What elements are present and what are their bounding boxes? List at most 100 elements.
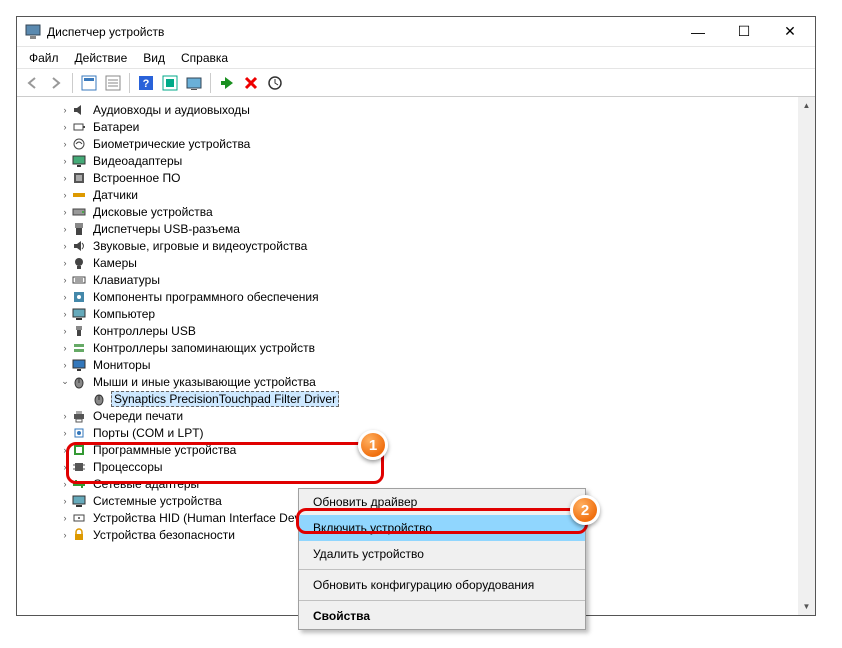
tree-item[interactable]: ›Дисковые устройства xyxy=(17,203,815,220)
tree-item-label: Системные устройства xyxy=(91,494,224,508)
expand-icon[interactable]: › xyxy=(59,462,71,472)
tree-item[interactable]: ›Процессоры xyxy=(17,458,815,475)
scrollbar[interactable]: ▲ ▼ xyxy=(798,97,815,615)
titlebar: Диспетчер устройств — ☐ ✕ xyxy=(17,17,815,47)
expand-icon[interactable]: › xyxy=(59,173,71,183)
expand-icon[interactable]: › xyxy=(59,207,71,217)
expand-icon[interactable]: › xyxy=(59,513,71,523)
tree-item[interactable]: › Звуковые, игровые и видеоустройства xyxy=(17,237,815,254)
help-button[interactable]: ? xyxy=(135,72,157,94)
expand-icon[interactable]: › xyxy=(59,479,71,489)
expand-icon[interactable]: › xyxy=(59,190,71,200)
tree-item[interactable]: › Очереди печати xyxy=(17,407,815,424)
expand-icon[interactable]: › xyxy=(59,445,71,455)
tree-item[interactable]: ›Клавиатуры xyxy=(17,271,815,288)
security-icon xyxy=(71,527,87,543)
tree-item-label: Аудиовходы и аудиовыходы xyxy=(91,103,252,117)
menu-action[interactable]: Действие xyxy=(67,49,136,67)
back-button[interactable] xyxy=(21,72,43,94)
app-icon xyxy=(25,24,41,40)
properties-button[interactable] xyxy=(102,72,124,94)
expand-icon[interactable]: › xyxy=(59,156,71,166)
tree-item[interactable]: › Контроллеры USB xyxy=(17,322,815,339)
tree-item-label: Биометрические устройства xyxy=(91,137,252,151)
tree-item-label: Программные устройства xyxy=(91,443,238,457)
expand-icon[interactable]: › xyxy=(59,309,71,319)
tree-item[interactable]: ›Встроенное ПО xyxy=(17,169,815,186)
tree-item-label: Мониторы xyxy=(91,358,152,372)
menu-scan-hardware[interactable]: Обновить конфигурацию оборудования xyxy=(299,572,585,598)
tree-item[interactable]: › Датчики xyxy=(17,186,815,203)
expand-icon[interactable]: › xyxy=(59,105,71,115)
close-button[interactable]: ✕ xyxy=(767,17,813,47)
tree-item-label: Звуковые, игровые и видеоустройства xyxy=(91,239,309,253)
port-icon xyxy=(71,425,87,441)
tree-item-selected[interactable]: Synaptics PrecisionTouchpad Filter Drive… xyxy=(17,390,815,407)
expand-icon[interactable]: › xyxy=(59,139,71,149)
tree-item-label: Мыши и иные указывающие устройства xyxy=(91,375,318,389)
menu-enable-device[interactable]: Включить устройство xyxy=(299,515,585,541)
firmware-icon xyxy=(71,170,87,186)
tree-item[interactable]: ›Компьютер xyxy=(17,305,815,322)
tree-item[interactable]: › Камеры xyxy=(17,254,815,271)
expand-icon[interactable]: › xyxy=(59,428,71,438)
tree-item-label: Synaptics PrecisionTouchpad Filter Drive… xyxy=(111,391,339,407)
tree-item-label: Датчики xyxy=(91,188,140,202)
tree-item[interactable]: ›Компоненты программного обеспечения xyxy=(17,288,815,305)
scroll-up-icon[interactable]: ▲ xyxy=(798,97,815,114)
menu-file[interactable]: Файл xyxy=(21,49,67,67)
expand-icon[interactable]: › xyxy=(59,343,71,353)
expand-icon[interactable]: › xyxy=(59,292,71,302)
computer-icon xyxy=(71,306,87,322)
enable-button[interactable] xyxy=(216,72,238,94)
maximize-button[interactable]: ☐ xyxy=(721,17,767,47)
menu-help[interactable]: Справка xyxy=(173,49,236,67)
expand-icon[interactable]: › xyxy=(59,360,71,370)
tree-item-label: Очереди печати xyxy=(91,409,185,423)
toolbar: ? xyxy=(17,69,815,97)
disk-icon xyxy=(71,204,87,220)
menu-update-driver[interactable]: Обновить драйвер xyxy=(299,489,585,515)
menu-properties[interactable]: Свойства xyxy=(299,603,585,629)
tree-item[interactable]: › Аудиовходы и аудиовыходы xyxy=(17,101,815,118)
tree-item[interactable]: ⌄ Мыши и иные указывающие устройства xyxy=(17,373,815,390)
tree-item[interactable]: ›Диспетчеры USB-разъема xyxy=(17,220,815,237)
toolbar-separator xyxy=(129,73,130,93)
tree-item[interactable]: › Мониторы xyxy=(17,356,815,373)
scroll-down-icon[interactable]: ▼ xyxy=(798,598,815,615)
tree-item[interactable]: › Программные устройства xyxy=(17,441,815,458)
scan-button[interactable] xyxy=(159,72,181,94)
tree-item-label: Камеры xyxy=(91,256,139,270)
expand-icon[interactable]: › xyxy=(59,326,71,336)
expand-icon[interactable]: › xyxy=(59,496,71,506)
monitor-icon xyxy=(71,357,87,373)
minimize-button[interactable]: — xyxy=(675,17,721,47)
tree-item[interactable]: › Биометрические устройства xyxy=(17,135,815,152)
expand-icon[interactable]: › xyxy=(59,530,71,540)
show-hidden-button[interactable] xyxy=(78,72,100,94)
expand-icon[interactable]: › xyxy=(59,224,71,234)
expand-icon[interactable]: › xyxy=(59,122,71,132)
battery-icon xyxy=(71,119,87,135)
tree-item[interactable]: ›Контроллеры запоминающих устройств xyxy=(17,339,815,356)
tree-item[interactable]: ›Видеоадаптеры xyxy=(17,152,815,169)
expand-icon[interactable]: › xyxy=(59,411,71,421)
keyboard-icon xyxy=(71,272,87,288)
audio-icon xyxy=(71,102,87,118)
expand-icon[interactable]: › xyxy=(59,275,71,285)
toolbar-separator xyxy=(210,73,211,93)
menu-view[interactable]: Вид xyxy=(135,49,173,67)
tree-item-label: Устройства HID (Human Interface Devices) xyxy=(91,511,328,525)
expand-icon[interactable]: › xyxy=(59,258,71,268)
menu-uninstall-device[interactable]: Удалить устройство xyxy=(299,541,585,567)
tree-item-label: Контроллеры USB xyxy=(91,324,198,338)
menu-separator xyxy=(299,569,585,570)
expand-icon[interactable]: ⌄ xyxy=(59,376,71,387)
scan-hardware-button[interactable] xyxy=(264,72,286,94)
expand-icon[interactable]: › xyxy=(59,241,71,251)
uninstall-button[interactable] xyxy=(240,72,262,94)
update-driver-button[interactable] xyxy=(183,72,205,94)
tree-item[interactable]: ›Порты (COM и LPT) xyxy=(17,424,815,441)
tree-item[interactable]: ›Батареи xyxy=(17,118,815,135)
forward-button[interactable] xyxy=(45,72,67,94)
